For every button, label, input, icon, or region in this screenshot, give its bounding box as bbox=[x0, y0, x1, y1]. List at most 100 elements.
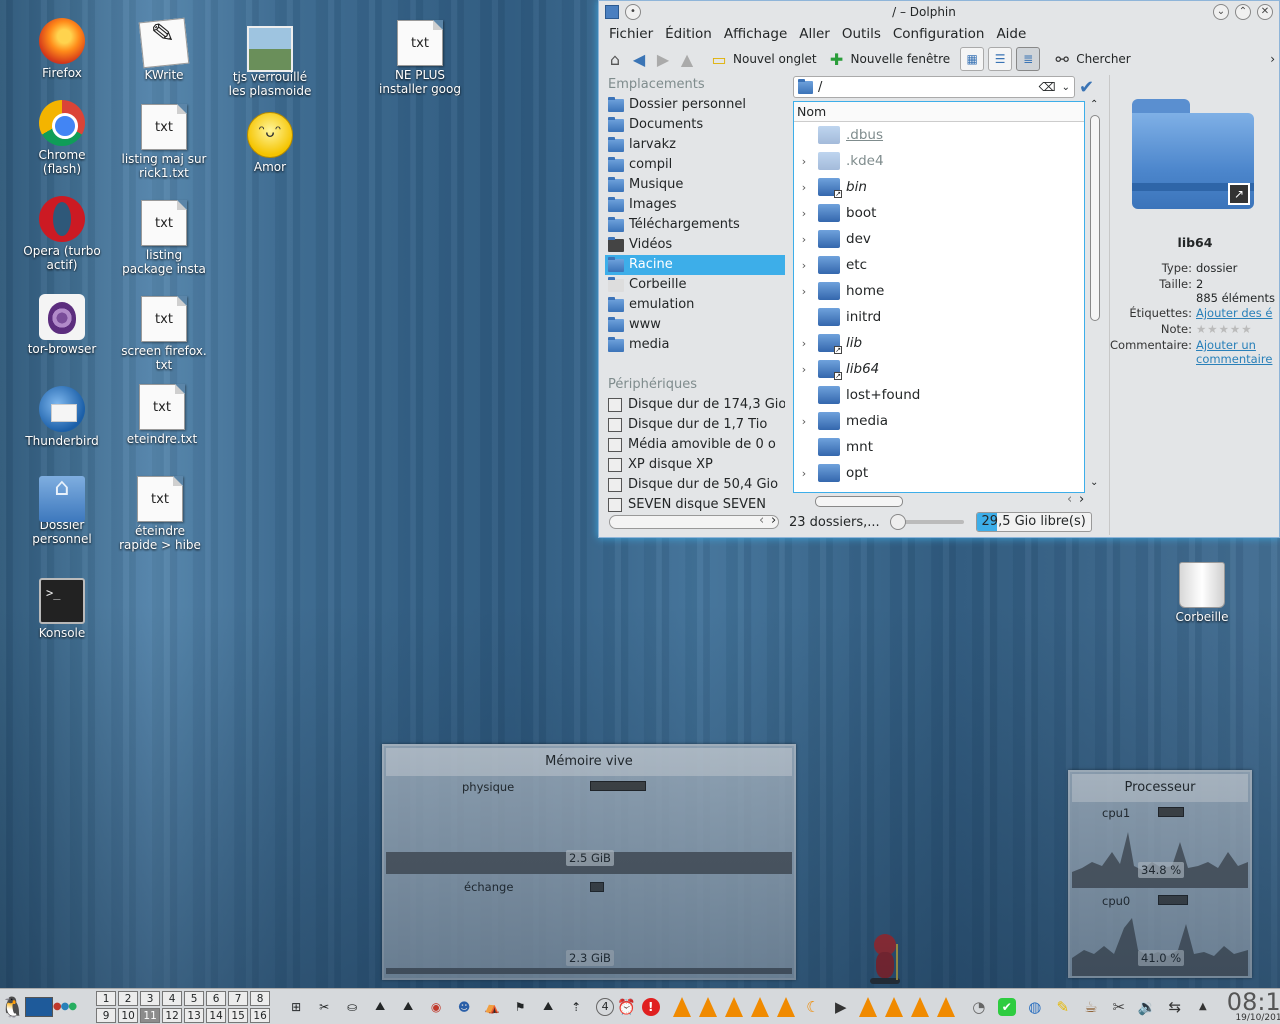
details-view-button[interactable]: ≣ bbox=[1016, 47, 1041, 71]
desktop-12[interactable]: 12 bbox=[162, 1007, 183, 1023]
title-bar[interactable]: • / – Dolphin ⌄ ⌃ ✕ bbox=[599, 1, 1279, 23]
desktop-2[interactable]: 2 bbox=[118, 990, 139, 1006]
close-button[interactable]: ✕ bbox=[1257, 4, 1273, 20]
device-disk-174[interactable]: Disque dur de 174,3 Gio bbox=[605, 395, 785, 415]
place-videos[interactable]: Vidéos bbox=[605, 235, 785, 255]
toolbar-overflow-icon[interactable]: › bbox=[1270, 52, 1275, 66]
device-removable[interactable]: Média amovible de 0 o bbox=[605, 435, 785, 455]
vlc-cone-icon[interactable] bbox=[910, 996, 929, 1017]
desktop-14[interactable]: 14 bbox=[206, 1007, 227, 1023]
up-arrow-icon[interactable]: ▲ bbox=[677, 49, 697, 69]
update-ok-icon[interactable]: ✔ bbox=[996, 996, 1018, 1018]
rating-stars[interactable]: ★★★★★ bbox=[1196, 322, 1280, 336]
globe-icon[interactable]: ◍ bbox=[1024, 996, 1046, 1018]
file-row[interactable]: › ↗ lib64 bbox=[794, 356, 1084, 382]
menu-aide[interactable]: Aide bbox=[990, 26, 1032, 42]
file-row[interactable]: initrd bbox=[794, 304, 1084, 330]
file-row[interactable]: › ↗ lib bbox=[794, 330, 1084, 356]
desktop-icon-tjs-verrouille[interactable]: tjs verrouillé les plasmoide bbox=[222, 22, 318, 98]
forward-arrow-icon[interactable]: ▶ bbox=[653, 49, 673, 69]
badge-app-icon[interactable]: ◉ bbox=[425, 996, 447, 1018]
desktop-icon-trash[interactable]: Corbeille bbox=[1154, 562, 1250, 624]
file-row[interactable]: › opt bbox=[794, 460, 1084, 486]
tools-icon[interactable]: ✂ bbox=[313, 996, 335, 1018]
history-dropdown-icon[interactable]: ⌄ bbox=[1062, 82, 1070, 93]
file-list-vertical-scrollbar[interactable]: ⌃ ⌄ bbox=[1087, 99, 1103, 493]
cpu-widget[interactable]: Processeur cpu1 34.8 % cpu0 41.0 % bbox=[1068, 770, 1252, 978]
volume-icon[interactable]: 🔉 bbox=[1136, 996, 1158, 1018]
vlc-cone-icon[interactable] bbox=[698, 996, 717, 1017]
file-row[interactable]: .dbus bbox=[794, 122, 1084, 148]
places-horizontal-scrollbar[interactable] bbox=[609, 515, 779, 529]
desktop-1[interactable]: 1 bbox=[96, 990, 117, 1006]
scrollbar-thumb[interactable] bbox=[815, 496, 903, 507]
minimize-button[interactable]: ⌄ bbox=[1213, 4, 1229, 20]
file-row[interactable]: › ↗ bin bbox=[794, 174, 1084, 200]
task-count-badge[interactable]: 4 bbox=[596, 993, 615, 1021]
desktop-4[interactable]: 4 bbox=[162, 990, 183, 1006]
desktop-icon-tor-browser[interactable]: tor-browser bbox=[14, 294, 110, 356]
arrow-up-app-icon[interactable]: ⇡ bbox=[565, 996, 587, 1018]
menu-fichier[interactable]: Fichier bbox=[603, 26, 659, 42]
file-list[interactable]: Nom .dbus › .kde4 › ↗ bin › boot › dev › etc ›… bbox=[793, 101, 1085, 493]
desktop-icon-thunderbird[interactable]: Thunderbird bbox=[14, 386, 110, 448]
scroll-down-icon[interactable]: ⌄ bbox=[1090, 477, 1098, 488]
desktop-icon-ne-plus-installer[interactable]: txt NE PLUS installer goog bbox=[372, 20, 468, 96]
desktop-7[interactable]: 7 bbox=[228, 990, 249, 1006]
search-button[interactable]: ⚯ Chercher bbox=[1052, 49, 1130, 69]
file-row[interactable]: › boot bbox=[794, 200, 1084, 226]
digital-clock[interactable]: 08:10 19/10/2016 bbox=[1227, 990, 1280, 1023]
place-racine[interactable]: Racine bbox=[605, 255, 785, 275]
scissors-icon[interactable]: ✂ bbox=[1108, 996, 1130, 1018]
memory-widget[interactable]: Mémoire vive physique 2.5 GiB échange 2.… bbox=[382, 744, 796, 980]
column-header-name[interactable]: Nom bbox=[794, 102, 1084, 122]
summit-app-icon[interactable]: ⛰ bbox=[537, 996, 559, 1018]
pin-icon[interactable]: • bbox=[625, 4, 641, 20]
vlc-cone-icon[interactable] bbox=[936, 996, 955, 1017]
desktop-icon-eteindre-rapide[interactable]: txt éteindre rapide > hibe bbox=[112, 476, 208, 552]
scroll-up-icon[interactable]: ⌃ bbox=[1090, 99, 1098, 110]
vlc-cone-icon[interactable] bbox=[858, 996, 877, 1017]
file-row[interactable]: › home bbox=[794, 278, 1084, 304]
compact-view-button[interactable]: ☰ bbox=[988, 47, 1013, 71]
place-telechargements[interactable]: Téléchargements bbox=[605, 215, 785, 235]
new-window-button[interactable]: ✚ Nouvelle fenêtre bbox=[827, 49, 950, 69]
play-icon[interactable]: ▶ bbox=[830, 996, 852, 1018]
device-seven[interactable]: SEVEN disque SEVEN bbox=[605, 495, 785, 515]
desktop-icon-screen-firefox[interactable]: txt screen firefox. txt bbox=[116, 296, 212, 372]
desktop-5[interactable]: 5 bbox=[184, 990, 205, 1006]
location-bar[interactable]: / ⌫ ⌄ bbox=[793, 76, 1075, 98]
home-icon[interactable]: ⌂ bbox=[605, 49, 625, 69]
alarm-clock-icon[interactable]: ⏰ bbox=[617, 996, 636, 1018]
scroll-right-icon[interactable]: › bbox=[771, 513, 776, 528]
scroll-right-icon[interactable]: › bbox=[1079, 492, 1084, 507]
place-corbeille[interactable]: Corbeille bbox=[605, 275, 785, 295]
vlc-cone-icon[interactable] bbox=[776, 996, 795, 1017]
tux-menu-icon[interactable]: 🐧 bbox=[0, 993, 25, 1021]
vlc-cone-icon[interactable] bbox=[724, 996, 743, 1017]
desktop-10[interactable]: 10 bbox=[118, 1007, 139, 1023]
desktop-11[interactable]: 11 bbox=[140, 1007, 161, 1023]
network-connection-icon[interactable]: ⇆ bbox=[1164, 996, 1186, 1018]
place-musique[interactable]: Musique bbox=[605, 175, 785, 195]
scrollbar-thumb[interactable] bbox=[1090, 115, 1100, 321]
place-dossier-personnel[interactable]: Dossier personnel bbox=[605, 95, 785, 115]
mountain-app-icon[interactable]: ⛰ bbox=[397, 996, 419, 1018]
place-www[interactable]: www bbox=[605, 315, 785, 335]
menu-affichage[interactable]: Affichage bbox=[718, 26, 793, 42]
place-emulation[interactable]: emulation bbox=[605, 295, 785, 315]
icons-view-button[interactable]: ▦ bbox=[960, 47, 985, 71]
window-menu-icon[interactable] bbox=[605, 5, 619, 19]
gauge-icon[interactable]: ◔ bbox=[968, 996, 990, 1018]
file-row[interactable]: › etc bbox=[794, 252, 1084, 278]
bookmark-app-icon[interactable]: ⚑ bbox=[509, 996, 531, 1018]
device-disk-1-7[interactable]: Disque dur de 1,7 Tio bbox=[605, 415, 785, 435]
file-row[interactable]: › dev bbox=[794, 226, 1084, 252]
file-list-horizontal-scrollbar[interactable]: ‹ › bbox=[795, 492, 1095, 508]
user-app-icon[interactable]: ☻ bbox=[453, 996, 475, 1018]
new-tab-button[interactable]: ▭ Nouvel onglet bbox=[709, 49, 816, 69]
scroll-left-icon[interactable]: ‹ bbox=[1067, 492, 1072, 507]
camping-app-icon[interactable]: ⛺ bbox=[481, 996, 503, 1018]
desktop-6[interactable]: 6 bbox=[206, 990, 227, 1006]
location-input[interactable]: / bbox=[818, 80, 1039, 95]
